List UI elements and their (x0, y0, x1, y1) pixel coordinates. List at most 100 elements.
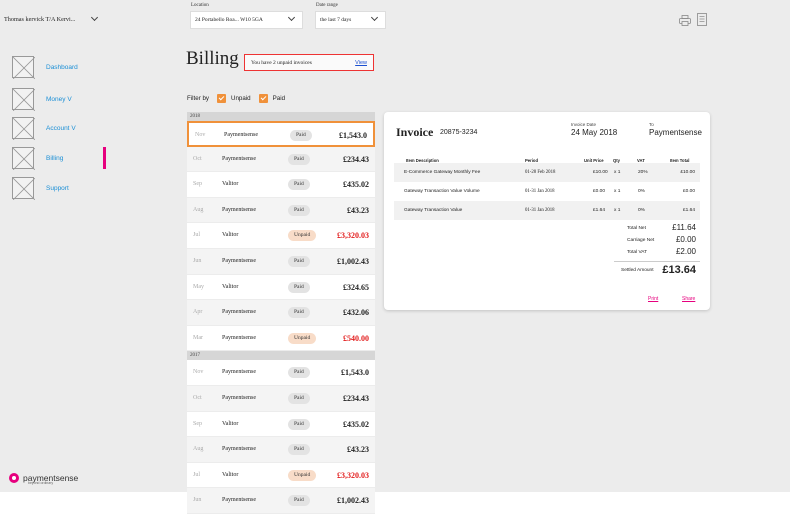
date-range-select[interactable]: the last 7 days (315, 11, 386, 29)
invoice-row[interactable]: Sep Valitor Paid £435.02 (187, 411, 375, 438)
invoice-item-row: Gateway Transaction Value Volume 01-31 Ja… (394, 182, 700, 201)
invoice-row[interactable]: Oct Paymentsense Paid £234.43 (187, 146, 375, 173)
invoice-to-label: To (649, 122, 654, 127)
sidebar: Thomas kervick T/A Kervi... Dashboard Mo… (0, 0, 106, 492)
chevron-down-icon (287, 13, 296, 22)
paid-checkbox[interactable] (258, 94, 268, 103)
invoice-month: Jun (193, 497, 202, 504)
document-icon[interactable] (697, 13, 708, 26)
nav-item-dashboard[interactable]: Dashboard (12, 56, 106, 79)
status-badge: Paid (288, 495, 310, 507)
invoice-provider: Paymentsense (222, 369, 256, 376)
item-total: £1.64 (682, 208, 695, 213)
invoice-amount: £3,320.03 (337, 231, 369, 241)
invoice-row[interactable]: Sep Valitor Paid £435.02 (187, 172, 375, 198)
invoice-row[interactable]: Apr Paymentsense Paid £432.06 (187, 300, 375, 326)
invoice-row[interactable]: Mar Paymentsense Unpaid £540.00 (187, 325, 375, 352)
total-net-label: Total Net (627, 226, 646, 231)
item-unit-price: £1.64 (593, 208, 606, 213)
dashboard-icon (12, 56, 35, 79)
invoice-month: Sep (193, 420, 202, 427)
status-badge: Paid (288, 153, 310, 165)
invoice-amount: £43.23 (347, 205, 369, 215)
invoice-row[interactable]: Nov Paymentsense Paid £1,543.0 (187, 360, 375, 386)
invoice-month: Mar (193, 334, 203, 341)
invoice-month: Aug (193, 446, 204, 453)
item-total: £0.00 (682, 189, 695, 194)
status-badge: Paid (288, 444, 310, 456)
notice-text: You have 2 unpaid invoices (251, 59, 312, 66)
invoice-amount: £540.00 (343, 333, 369, 343)
invoice-provider: Valitor (222, 283, 239, 290)
item-qty: x 1 (614, 170, 621, 175)
invoice-month: Jun (193, 257, 202, 264)
invoice-row[interactable]: Nov Paymentsense Paid £1,543.0 (187, 121, 375, 147)
invoice-amount: £1,543.0 (339, 131, 367, 140)
invoice-row[interactable]: May Valitor Paid £324.65 (187, 274, 375, 301)
filter-by: Filter by Unpaid Paid (187, 94, 285, 103)
nav-label: Money V (46, 96, 72, 103)
invoice-amount: £1,543.0 (341, 368, 369, 378)
account-switcher[interactable]: Thomas kervick T/A Kervi... (4, 12, 104, 26)
item-vat: 0% (638, 208, 645, 213)
invoice-amount: £234.43 (343, 393, 369, 403)
invoice-row[interactable]: Aug Paymentsense Paid £43.23 (187, 437, 375, 463)
invoice-item-row: E-Commerce Gateway Monthly Fee 01-28 Feb … (394, 163, 700, 182)
status-badge: Paid (288, 418, 310, 430)
nav-caret: V (71, 124, 76, 132)
printer-icon[interactable] (679, 15, 691, 26)
paymentsense-logo-icon (9, 473, 19, 483)
nav-label: Account V (46, 125, 76, 132)
nav-item-billing[interactable]: Billing (12, 147, 106, 170)
status-badge: Paid (288, 307, 310, 319)
totals-divider (614, 261, 700, 262)
item-vat: 0% (638, 189, 645, 194)
year-header: 2018 (187, 112, 375, 121)
invoice-provider: Valitor (222, 420, 239, 427)
invoice-row[interactable]: Aug Paymentsense Paid £43.23 (187, 197, 375, 224)
item-vat: 20% (638, 170, 648, 175)
location-select[interactable]: 24 Portabello Roa... W10 5GA (190, 11, 303, 29)
invoice-month: Jul (193, 232, 201, 239)
nav-item-money[interactable]: Money V (12, 88, 106, 111)
item-total: £10.00 (680, 170, 695, 175)
invoice-list: 2018 Nov Paymentsense Paid £1,543.0 Oct Paymen… (187, 112, 375, 514)
invoice-row[interactable]: Jul Valitor Unpaid £3,320.03 (187, 223, 375, 249)
invoice-month: Apr (193, 309, 203, 316)
invoice-row[interactable]: Jul Valitor Unpaid £3,320.03 (187, 462, 375, 489)
item-period: 01-31 Jan 2018 (525, 208, 555, 213)
invoice-date-label: Invoice Date (571, 122, 597, 127)
status-badge: Unpaid (288, 230, 317, 242)
invoice-row[interactable]: Jun Paymentsense Paid £1,002.43 (187, 248, 375, 275)
invoice-month: Oct (193, 155, 202, 162)
invoice-provider: Paymentsense (222, 309, 256, 316)
status-badge: Paid (288, 255, 310, 267)
item-period: 01-31 Jan 2018 (525, 189, 555, 194)
invoice-date: 24 May 2018 (571, 128, 618, 137)
total-vat-value: £2.00 (675, 247, 696, 256)
print-link[interactable]: Print (648, 296, 658, 302)
item-description: Gateway Transaction Value (404, 208, 463, 213)
account-name: Thomas kervick T/A Kervi... (4, 15, 76, 23)
invoice-month: May (193, 283, 204, 290)
invoice-number: 20875-3234 (440, 129, 478, 136)
page-title: Billing (186, 48, 239, 69)
invoice-row[interactable]: Jun Paymentsense Paid £1,002.43 (187, 488, 375, 514)
status-badge: Paid (288, 204, 310, 216)
settled-amount-value: £13.64 (662, 264, 696, 276)
invoice-row[interactable]: Oct Paymentsense Paid £234.43 (187, 385, 375, 412)
view-unpaid-link[interactable]: View (355, 60, 367, 66)
unpaid-checkbox[interactable] (217, 94, 227, 103)
invoice-provider: Valitor (222, 181, 239, 188)
nav-item-account[interactable]: Account V (12, 117, 106, 140)
status-badge: Paid (288, 367, 310, 379)
share-link[interactable]: Share (682, 296, 695, 302)
item-unit-price: £10.00 (593, 170, 608, 175)
logo-tagline: beyond ordinary (28, 481, 54, 485)
invoice-provider: Paymentsense (222, 155, 256, 162)
nav-item-support[interactable]: Support (12, 177, 106, 200)
chevron-down-icon (370, 13, 379, 22)
invoice-amount: £1,002.43 (337, 256, 369, 266)
money-icon (12, 88, 35, 111)
status-badge: Paid (288, 179, 310, 191)
